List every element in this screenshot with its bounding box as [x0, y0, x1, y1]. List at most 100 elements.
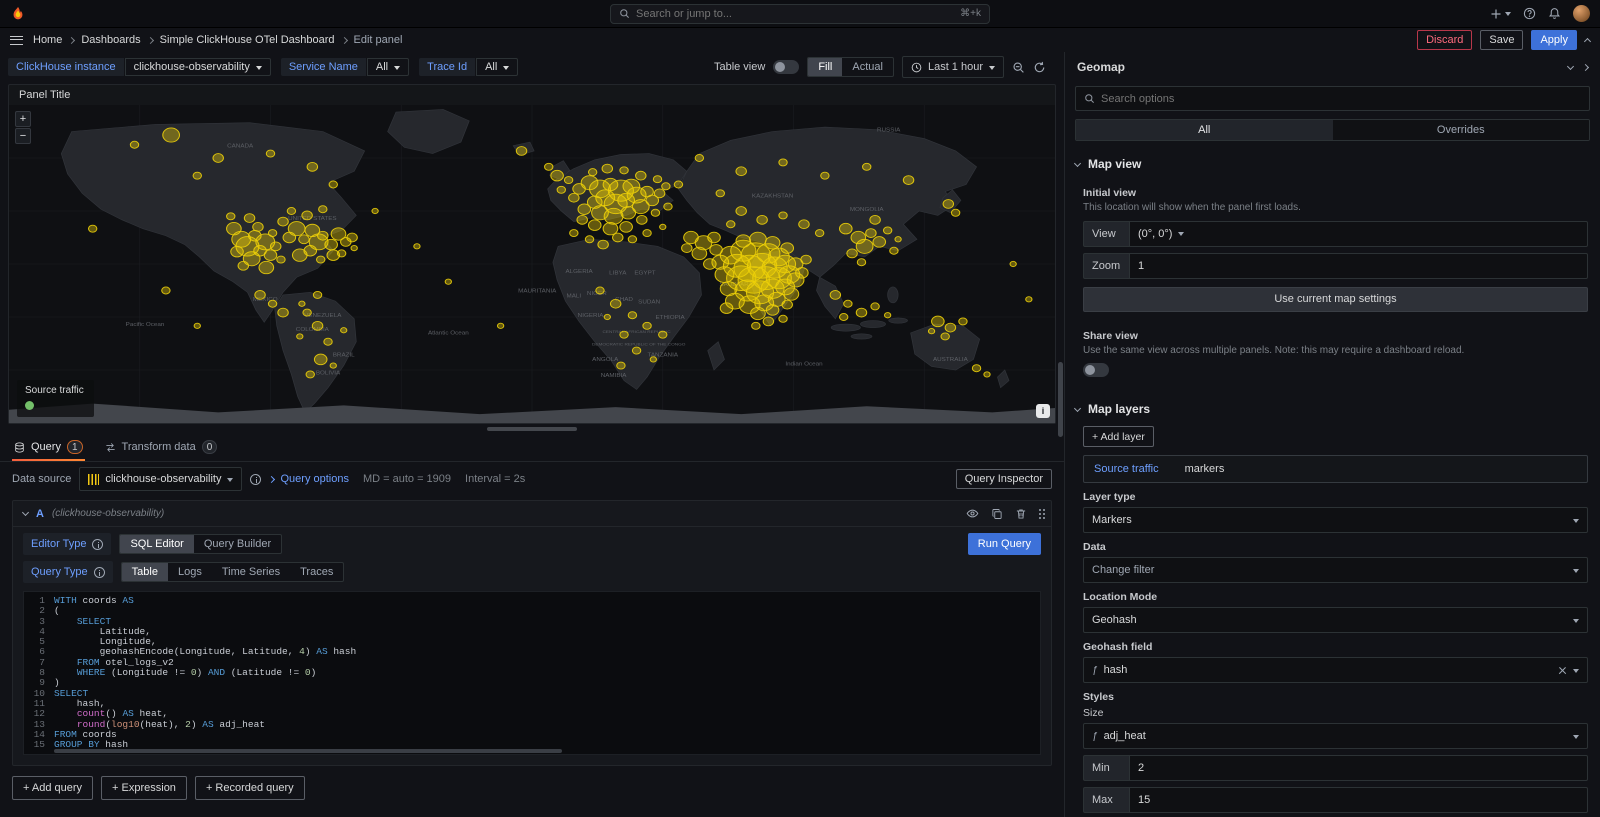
map-marker[interactable] — [271, 242, 281, 251]
map-marker[interactable] — [341, 328, 347, 333]
sql-horizontal-scrollbar[interactable] — [54, 749, 562, 753]
map-marker[interactable] — [628, 236, 636, 243]
map-marker[interactable] — [303, 309, 311, 316]
variable-value-dropdown[interactable]: All — [367, 58, 409, 76]
map-marker[interactable] — [637, 215, 647, 224]
map-marker[interactable] — [695, 154, 703, 161]
map-marker[interactable] — [720, 282, 737, 296]
map-marker[interactable] — [857, 259, 865, 266]
map-marker[interactable] — [736, 235, 751, 247]
map-marker[interactable] — [588, 220, 601, 231]
tab-query[interactable]: Query 1 — [12, 435, 85, 461]
delete-query-icon[interactable] — [1015, 508, 1027, 520]
map-marker[interactable] — [570, 230, 578, 237]
map-marker[interactable] — [162, 287, 170, 294]
map-marker[interactable] — [951, 209, 959, 216]
map-marker[interactable] — [885, 313, 891, 318]
min-input[interactable]: 2 — [1129, 755, 1588, 781]
share-view-toggle[interactable] — [1083, 363, 1109, 377]
map-marker[interactable] — [781, 243, 794, 254]
map-marker[interactable] — [1026, 297, 1032, 302]
map-marker[interactable] — [585, 236, 593, 243]
map-marker[interactable] — [603, 222, 618, 234]
map-marker[interactable] — [708, 232, 721, 243]
map-marker[interactable] — [194, 323, 200, 328]
map-marker[interactable] — [830, 291, 840, 300]
map-marker[interactable] — [779, 212, 787, 219]
apply-button[interactable]: Apply — [1531, 30, 1577, 50]
map-marker[interactable] — [604, 208, 623, 224]
map-marker[interactable] — [617, 362, 625, 369]
map-marker[interactable] — [704, 259, 717, 270]
map-marker[interactable] — [306, 371, 314, 378]
variable-value-dropdown[interactable]: clickhouse-observability — [125, 58, 271, 76]
map-marker[interactable] — [840, 223, 853, 234]
zoom-out-icon[interactable] — [1012, 61, 1025, 74]
options-search[interactable] — [1075, 86, 1590, 111]
map-marker[interactable] — [871, 303, 879, 310]
map-marker[interactable] — [557, 186, 565, 193]
map-marker[interactable] — [337, 250, 345, 257]
map-marker[interactable] — [287, 207, 295, 214]
map-marker[interactable] — [628, 312, 636, 319]
visualization-picker[interactable]: Geomap — [1077, 60, 1125, 74]
map-marker[interactable] — [551, 170, 564, 181]
datasource-help-icon[interactable] — [250, 474, 261, 485]
map-marker[interactable] — [972, 365, 980, 372]
breadcrumb-item[interactable]: Home — [33, 34, 62, 46]
section-map-view[interactable]: Map view — [1065, 145, 1600, 179]
close-options-icon[interactable] — [1582, 63, 1589, 70]
map-marker[interactable] — [856, 308, 866, 317]
datasource-picker[interactable]: clickhouse-observability — [79, 467, 242, 491]
world-map[interactable]: CANADARUSSIAUNITED STATESMEXICOVENEZUELA… — [9, 105, 1055, 423]
map-marker[interactable] — [545, 163, 553, 170]
map-marker[interactable] — [613, 233, 623, 242]
query-type-traces[interactable]: Traces — [290, 563, 343, 581]
hide-query-icon[interactable] — [966, 507, 979, 520]
map-marker[interactable] — [1010, 261, 1016, 266]
map-marker[interactable] — [870, 215, 880, 224]
map-marker[interactable] — [266, 150, 274, 157]
map-marker[interactable] — [227, 213, 235, 220]
help-icon[interactable] — [1523, 7, 1536, 20]
map-marker[interactable] — [445, 279, 451, 284]
save-button[interactable]: Save — [1480, 30, 1523, 50]
map-zoom-out-button[interactable]: − — [15, 128, 31, 144]
map-marker[interactable] — [347, 233, 357, 242]
map-marker[interactable] — [330, 363, 336, 368]
map-marker[interactable] — [659, 331, 667, 338]
map-marker[interactable] — [664, 203, 672, 210]
editor-mode-sql-editor[interactable]: SQL Editor — [120, 535, 193, 553]
map-marker[interactable] — [883, 227, 891, 234]
map-zoom-in-button[interactable]: + — [15, 111, 31, 127]
map-marker[interactable] — [903, 176, 913, 185]
editor-mode-query-builder[interactable]: Query Builder — [194, 535, 281, 553]
map-marker[interactable] — [598, 240, 608, 249]
map-marker[interactable] — [299, 235, 309, 244]
map-marker[interactable] — [577, 215, 587, 224]
map-marker[interactable] — [945, 323, 955, 332]
map-marker[interactable] — [715, 267, 734, 283]
add-query-button[interactable]: + Add query — [12, 776, 93, 800]
map-marker[interactable] — [602, 164, 612, 173]
map-marker[interactable] — [620, 167, 628, 174]
section-map-layers[interactable]: Map layers — [1065, 390, 1600, 424]
query-type-info-icon[interactable] — [94, 567, 105, 578]
map-marker[interactable] — [372, 208, 378, 213]
map-marker[interactable] — [650, 357, 656, 362]
map-marker[interactable] — [317, 256, 325, 263]
resize-handle[interactable] — [487, 427, 577, 431]
map-marker[interactable] — [564, 177, 572, 184]
grafana-logo-icon[interactable] — [10, 5, 28, 23]
map-marker[interactable] — [653, 176, 661, 183]
discard-button[interactable]: Discard — [1417, 30, 1472, 50]
map-marker[interactable] — [414, 244, 420, 249]
map-marker[interactable] — [253, 222, 263, 231]
map-marker[interactable] — [866, 229, 876, 238]
map-marker[interactable] — [636, 171, 646, 180]
layer-name[interactable]: Source traffic — [1094, 463, 1159, 475]
query-inspector-button[interactable]: Query Inspector — [956, 469, 1052, 489]
map-marker[interactable] — [863, 163, 871, 170]
map-marker[interactable] — [959, 318, 967, 325]
location-mode-select[interactable]: Geohash — [1083, 607, 1588, 633]
